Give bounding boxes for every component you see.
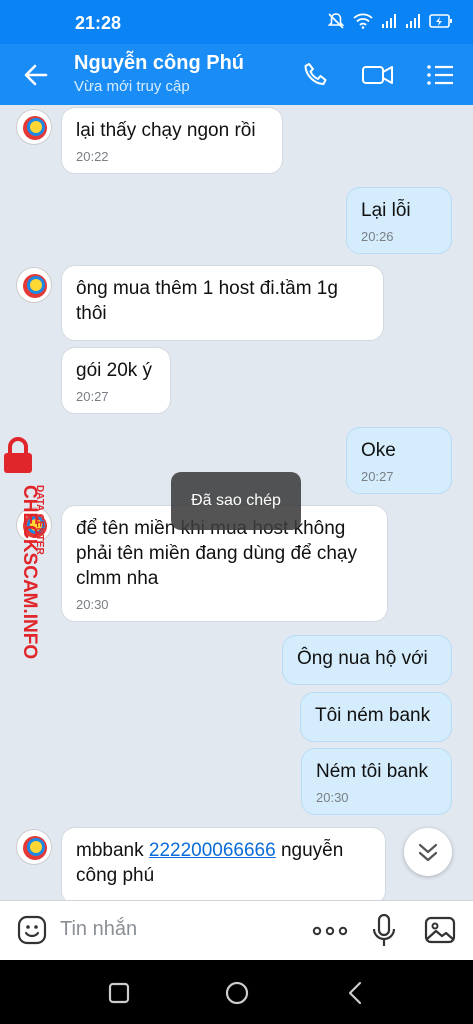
message-outgoing[interactable]: Oke 20:27: [346, 427, 452, 494]
message-incoming[interactable]: lại thấy chạy ngon rồi 20:22: [61, 107, 283, 174]
message-time: 20:22: [76, 149, 109, 164]
status-time: 21:28: [75, 13, 122, 33]
message-text-before: mbbank: [76, 840, 149, 861]
menu-list-icon[interactable]: [425, 60, 457, 90]
message-text: ông mua thêm 1 host đi.tầm 1g thôi: [76, 278, 338, 324]
message-time: 20:27: [76, 389, 109, 404]
image-gallery-icon[interactable]: [424, 914, 456, 946]
phone-call-icon[interactable]: [301, 60, 333, 90]
message-outgoing[interactable]: Tôi ném bank: [300, 692, 452, 742]
signal-icon: [381, 13, 397, 34]
wifi-icon: [353, 13, 373, 34]
more-options-icon[interactable]: [312, 917, 348, 945]
message-time: 20:26: [361, 229, 394, 244]
message-incoming[interactable]: ông mua thêm 1 host đi.tầm 1g thôi: [61, 265, 384, 341]
checkscam-watermark: CHECKSCAM.INFO DATA CENTER: [2, 437, 52, 667]
contact-avatar[interactable]: [16, 829, 52, 865]
message-time: 20:30: [76, 597, 109, 612]
double-chevron-down-icon: [418, 843, 438, 862]
microphone-icon[interactable]: [371, 913, 397, 949]
copied-toast: Đã sao chép: [171, 472, 301, 530]
message-input[interactable]: Tin nhắn: [60, 918, 137, 941]
message-incoming[interactable]: mbbank 222200066666 nguyễn công phú: [61, 827, 386, 900]
message-outgoing[interactable]: Lại lỗi 20:26: [346, 187, 452, 254]
message-outgoing[interactable]: Ném tôi bank 20:30: [301, 748, 452, 815]
home-icon[interactable]: [223, 980, 251, 1006]
contact-status: Vừa mới truy cập: [74, 78, 190, 95]
contact-avatar[interactable]: [16, 267, 52, 303]
account-number-link[interactable]: 222200066666: [149, 840, 276, 861]
system-navigation-bar: [0, 960, 473, 1024]
message-text: Tôi ném bank: [315, 705, 431, 726]
message-text: lại thấy chạy ngon rồi: [76, 120, 256, 141]
signal-2-icon: [405, 13, 421, 34]
message-text: Lại lỗi: [361, 200, 411, 221]
message-text: gói 20k ý: [76, 360, 153, 381]
recent-apps-icon[interactable]: [106, 980, 134, 1006]
mute-icon: [327, 12, 345, 35]
message-time: 20:30: [316, 790, 349, 805]
video-call-icon[interactable]: [361, 60, 393, 90]
message-time: 20:27: [361, 469, 394, 484]
contact-name[interactable]: Nguyễn công Phú: [74, 52, 244, 75]
message-outgoing[interactable]: Ông nua hộ với: [282, 635, 452, 685]
message-text: Ông nua hộ với: [297, 648, 428, 669]
message-text: Ném tôi bank: [316, 761, 428, 782]
scroll-to-bottom-button[interactable]: [404, 828, 452, 876]
message-composer: Tin nhắn: [0, 900, 473, 960]
chat-header: Nguyễn công Phú Vừa mới truy cập: [0, 44, 473, 105]
back-arrow-icon[interactable]: [20, 59, 52, 91]
back-nav-icon[interactable]: [343, 980, 371, 1006]
status-icons: [327, 12, 453, 35]
battery-icon: [429, 13, 453, 34]
message-text: Oke: [361, 440, 396, 461]
sticker-icon[interactable]: [16, 914, 48, 946]
watermark-sub-text: DATA CENTER: [34, 485, 45, 556]
message-incoming[interactable]: gói 20k ý 20:27: [61, 347, 171, 414]
status-bar: 21:28: [0, 0, 473, 44]
contact-avatar[interactable]: [16, 109, 52, 145]
